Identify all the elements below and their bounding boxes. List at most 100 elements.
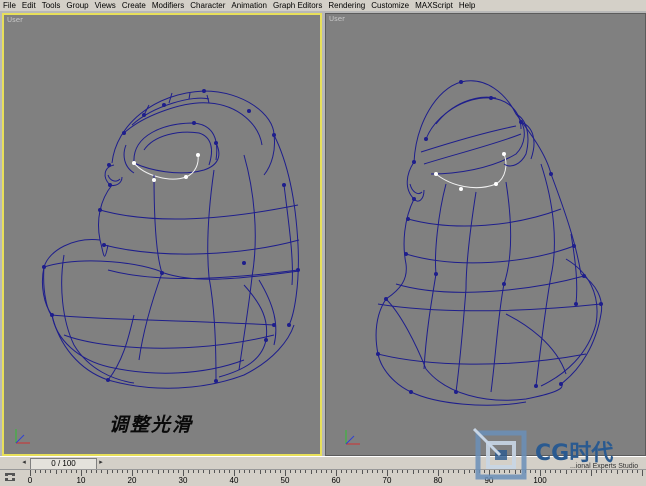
menu-rendering[interactable]: Rendering [325, 0, 368, 11]
ruler-tick [188, 470, 190, 473]
ruler-tick [30, 470, 31, 476]
ruler-tick [427, 470, 429, 473]
ruler-tick [203, 470, 205, 473]
ruler-tick [254, 470, 256, 473]
ruler-tick [432, 470, 434, 473]
ruler-tick [290, 470, 292, 473]
ruler-tick [91, 470, 93, 473]
caption-text: 调整光滑 [109, 414, 194, 436]
ruler-tick [228, 470, 230, 473]
ruler-tick [346, 470, 348, 473]
ruler-tick [310, 470, 312, 474]
viewport-user-left[interactable]: User 调整光滑 [2, 13, 322, 456]
ruler-tick [453, 470, 455, 473]
ruler-tick [397, 470, 399, 473]
ruler-tick [438, 470, 439, 476]
menu-file[interactable]: File [0, 0, 19, 11]
ruler-tick [198, 470, 200, 473]
ruler-tick [325, 470, 327, 473]
ruler-tick [75, 470, 77, 473]
ruler-label: 80 [433, 476, 443, 485]
watermark-logo: CG时代 ...ional Experts Studio [470, 425, 646, 485]
ruler-tick [142, 470, 144, 473]
ruler-tick [218, 470, 220, 473]
ruler-tick [45, 470, 47, 473]
ruler-tick [269, 470, 271, 473]
menu-group[interactable]: Group [63, 0, 91, 11]
ruler-label: 10 [76, 476, 86, 485]
menu-help[interactable]: Help [456, 0, 478, 11]
ruler-label: 40 [229, 476, 239, 485]
ruler-tick [60, 470, 62, 473]
ruler-tick [387, 470, 388, 476]
ruler-tick [81, 470, 82, 476]
menu-edit[interactable]: Edit [19, 0, 39, 11]
ruler-tick [422, 470, 424, 473]
ruler-tick [96, 470, 98, 473]
ruler-label: 50 [280, 476, 290, 485]
track-bar-icon[interactable] [3, 471, 17, 484]
ruler-tick [300, 470, 302, 473]
menu-tools[interactable]: Tools [39, 0, 64, 11]
cg-logo-icon [472, 427, 527, 480]
ruler-tick [193, 470, 195, 473]
ruler-tick [172, 470, 174, 473]
ruler-tick [208, 470, 210, 474]
ruler-tick [234, 470, 235, 476]
menu-views[interactable]: Views [92, 0, 119, 11]
ruler-tick [417, 470, 419, 473]
ruler-tick [167, 470, 169, 473]
ruler-tick [320, 470, 322, 473]
ruler-tick [274, 470, 276, 473]
ruler-tick [448, 470, 450, 473]
menu-create[interactable]: Create [119, 0, 149, 11]
viewport-user-right[interactable]: User [325, 13, 646, 456]
ruler-tick [65, 470, 67, 473]
ruler-tick [183, 470, 184, 476]
ruler-label: 60 [331, 476, 341, 485]
ruler-tick [315, 470, 317, 473]
ruler-label: 20 [127, 476, 137, 485]
ruler-tick [116, 470, 118, 473]
ruler-tick [295, 470, 297, 473]
ruler-tick [239, 470, 241, 473]
ruler-tick [330, 470, 332, 473]
ruler-tick [111, 470, 113, 473]
ruler-tick [35, 470, 37, 473]
menu-modifiers[interactable]: Modifiers [149, 0, 187, 11]
next-frame-arrow-icon[interactable]: ▸ [97, 458, 105, 468]
ruler-tick [356, 470, 358, 473]
ruler-tick [132, 470, 133, 476]
ruler-tick [402, 470, 404, 473]
ruler-tick [341, 470, 343, 473]
ruler-tick [157, 470, 159, 474]
menu-customize[interactable]: Customize [368, 0, 412, 11]
ruler-label: 30 [178, 476, 188, 485]
menu-character[interactable]: Character [187, 0, 228, 11]
ruler-tick [412, 470, 414, 474]
prev-frame-arrow-icon[interactable]: ◂ [20, 458, 28, 468]
ruler-tick [137, 470, 139, 473]
ruler-tick [407, 470, 409, 473]
ruler-tick [152, 470, 154, 473]
menu-animation[interactable]: Animation [228, 0, 270, 11]
ruler-tick [40, 470, 42, 473]
ruler-tick [279, 470, 281, 473]
ruler-tick [249, 470, 251, 473]
ruler-tick [361, 470, 363, 474]
menu-maxscript[interactable]: MAXScript [412, 0, 456, 11]
ruler-tick [121, 470, 123, 473]
menu-graph-editors[interactable]: Graph Editors [270, 0, 325, 11]
ruler-tick [336, 470, 337, 476]
menu-bar: File Edit Tools Group Views Create Modif… [0, 0, 646, 11]
ruler-tick [55, 470, 57, 474]
ruler-tick [126, 470, 128, 473]
ruler-tick [223, 470, 225, 473]
ruler-tick [305, 470, 307, 473]
ruler-tick [264, 470, 266, 473]
ruler-tick [392, 470, 394, 473]
wireframe-model-right [345, 80, 603, 445]
ruler-tick [443, 470, 445, 473]
ruler-tick [177, 470, 179, 473]
ruler-tick [371, 470, 373, 473]
